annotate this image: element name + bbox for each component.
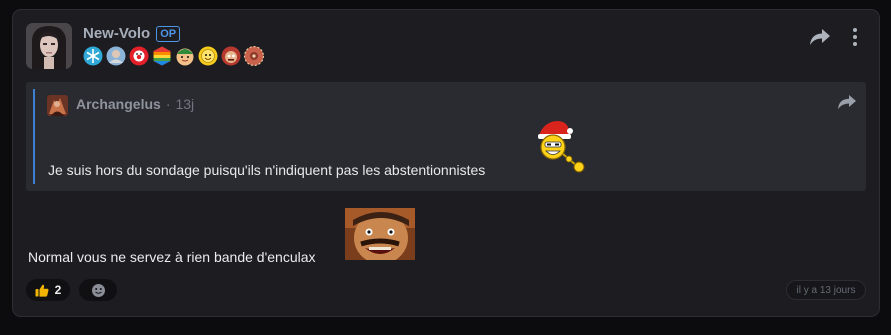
spiral-badge-icon[interactable] — [244, 46, 264, 66]
post-body: Normal vous ne servez à rien bande d'enc… — [28, 249, 316, 265]
badge-row — [83, 46, 264, 66]
quote-header: Archangelus · 13j — [76, 96, 194, 112]
smiley-badge-icon[interactable] — [198, 46, 218, 66]
quoted-message: Archangelus · 13j Je suis hors du sondag… — [26, 82, 866, 191]
thumbs-up-icon — [35, 284, 49, 297]
quote-bar — [33, 89, 35, 184]
op-badge: OP — [156, 25, 181, 42]
author-line: New-Volo OP — [83, 25, 181, 42]
quote-time: 13j — [175, 96, 195, 112]
santa-smiley-sticker — [538, 121, 585, 173]
more-options-icon[interactable] — [846, 26, 864, 48]
elf-badge-icon[interactable] — [175, 46, 195, 66]
share-icon[interactable] — [809, 28, 831, 46]
post-card: New-Volo OP Archangelus · 13j Je suis ho… — [12, 9, 880, 317]
post-timestamp: il y a 13 jours — [786, 280, 866, 300]
quote-author-name[interactable]: Archangelus — [76, 96, 161, 112]
rainbow-badge-icon[interactable] — [152, 46, 172, 66]
thumbs-up-reaction[interactable]: 2 — [26, 279, 70, 301]
portrait-badge-icon[interactable] — [106, 46, 126, 66]
monster-badge-icon[interactable] — [221, 46, 241, 66]
snowflake-badge-icon[interactable] — [83, 46, 103, 66]
clown-badge-icon[interactable] — [129, 46, 149, 66]
add-reaction-button[interactable] — [79, 279, 117, 301]
quote-separator: · — [165, 96, 171, 112]
quote-text: Je suis hors du sondage puisqu'ils n'ind… — [48, 162, 486, 178]
author-name[interactable]: New-Volo — [83, 25, 150, 42]
add-reaction-icon — [91, 283, 105, 297]
thumbs-up-count: 2 — [54, 283, 62, 297]
author-avatar[interactable] — [26, 23, 72, 69]
quote-author-avatar[interactable] — [47, 95, 68, 116]
quote-share-icon[interactable] — [837, 94, 857, 110]
laughing-man-sticker — [345, 208, 415, 260]
